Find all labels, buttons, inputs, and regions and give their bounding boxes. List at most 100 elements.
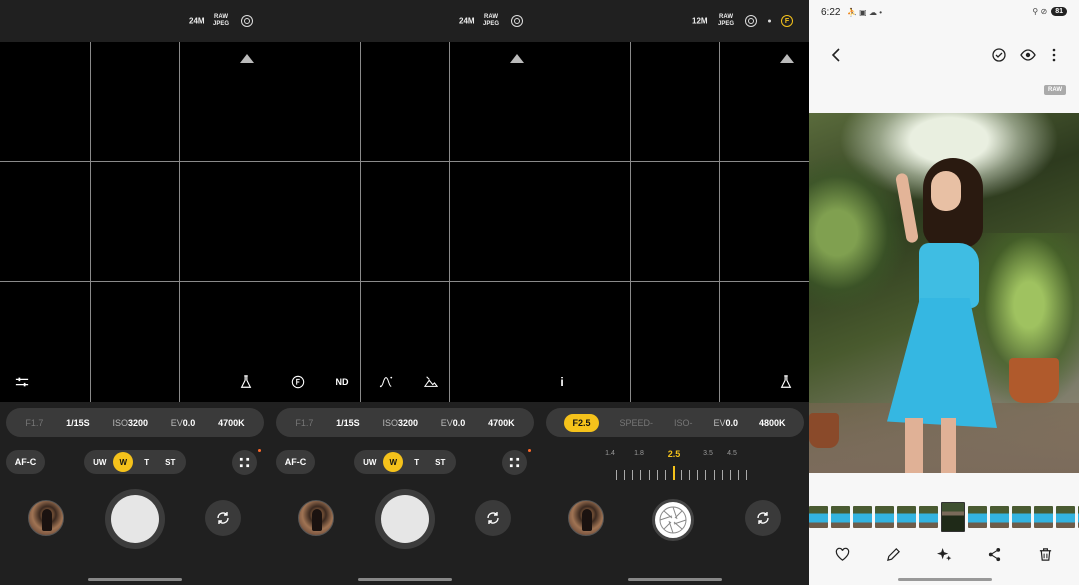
megapixel-button[interactable]: 12M	[692, 17, 708, 26]
iso-value[interactable]: ISO3200	[112, 418, 148, 428]
white-balance-value[interactable]: 4700K	[218, 418, 245, 428]
aperture-label[interactable]: 4.5	[727, 450, 737, 457]
lens-settings-icon[interactable]	[241, 15, 253, 27]
switch-camera-button[interactable]	[475, 500, 511, 536]
home-indicator[interactable]	[628, 578, 722, 581]
format-jpeg-label: JPEG	[213, 21, 230, 27]
filmstrip-thumb[interactable]	[897, 506, 916, 528]
iso-value[interactable]: ISO-	[674, 418, 693, 428]
filmstrip-thumb[interactable]	[809, 506, 828, 528]
switch-camera-button[interactable]	[745, 500, 781, 536]
focus-area-button[interactable]	[232, 450, 257, 475]
lens-w[interactable]: W	[383, 452, 404, 472]
filmstrip-thumb[interactable]	[1056, 506, 1075, 528]
filmstrip-thumb[interactable]	[1034, 506, 1053, 528]
lens-uw[interactable]: UW	[90, 452, 110, 472]
flask-icon[interactable]	[777, 373, 795, 391]
megapixel-button[interactable]: 24M	[459, 17, 475, 26]
mountain-icon[interactable]	[422, 373, 440, 391]
aperture-value[interactable]: F2.5	[564, 413, 599, 432]
edit-button[interactable]	[883, 544, 903, 564]
camera-panel-pro-mode: 24M RAW JPEG F1.7 1/15S ISO3200 EV0.0 47…	[0, 0, 270, 585]
aperture-label[interactable]: 3.5	[703, 450, 713, 457]
favorite-button[interactable]	[832, 544, 852, 564]
delete-button[interactable]	[1035, 544, 1055, 564]
filmstrip[interactable]	[809, 502, 1079, 532]
filmstrip-thumb[interactable]	[831, 506, 850, 528]
focus-mode-button[interactable]: AF-C	[6, 450, 45, 474]
main-photo[interactable]	[809, 113, 1079, 473]
format-button[interactable]: RAW JPEG	[213, 14, 229, 28]
more-options-button[interactable]	[1044, 45, 1064, 65]
filmstrip-thumb[interactable]	[968, 506, 987, 528]
filmstrip-thumb[interactable]	[853, 506, 872, 528]
focus-area-button[interactable]	[502, 450, 527, 475]
sliders-icon[interactable]	[13, 373, 31, 391]
shutter-button[interactable]	[375, 489, 435, 549]
format-jpeg-label: JPEG	[718, 21, 735, 27]
ev-value[interactable]: EV0.0	[713, 418, 738, 428]
aperture-dial[interactable]	[616, 466, 747, 480]
aperture-value[interactable]: F1.7	[25, 418, 43, 428]
format-button[interactable]: RAW JPEG	[483, 14, 499, 28]
photo-subject-legs	[905, 418, 965, 473]
shutter-speed-value[interactable]: SPEED-	[619, 418, 653, 428]
home-indicator[interactable]	[88, 578, 182, 581]
lens-settings-icon[interactable]	[745, 15, 757, 27]
filmstrip-thumb[interactable]	[990, 506, 1009, 528]
pencil-icon	[886, 547, 900, 561]
filmstrip-thumb[interactable]	[875, 506, 894, 528]
info-icon[interactable]: i	[553, 373, 571, 391]
aperture-value[interactable]: F1.7	[295, 418, 313, 428]
flask-icon[interactable]	[237, 373, 255, 391]
aperture-label-selected[interactable]: 2.5	[668, 449, 681, 459]
share-button[interactable]	[984, 544, 1004, 564]
lens-st[interactable]: ST	[430, 452, 450, 472]
remaster-button[interactable]	[989, 45, 1009, 65]
lens-t[interactable]: T	[137, 452, 157, 472]
lens-w[interactable]: W	[113, 452, 134, 472]
back-button[interactable]	[826, 45, 846, 65]
curve-icon[interactable]	[377, 373, 395, 391]
filmstrip-thumb[interactable]	[1012, 506, 1031, 528]
viewfinder[interactable]	[0, 42, 270, 402]
aperture-label[interactable]: 1.4	[605, 450, 615, 457]
lens-uw[interactable]: UW	[360, 452, 380, 472]
nd-filter-button[interactable]: ND	[333, 373, 351, 391]
lens-settings-icon[interactable]	[511, 15, 523, 27]
gallery-thumbnail[interactable]	[298, 500, 334, 536]
switch-camera-button[interactable]	[205, 500, 241, 536]
remaster-icon	[992, 48, 1006, 62]
lens-st[interactable]: ST	[160, 452, 180, 472]
status-icons: ⛹ ▣ ☁ •	[847, 8, 882, 17]
f-icon[interactable]	[289, 373, 307, 391]
shutter-speed-value[interactable]: 1/15S	[336, 418, 360, 428]
viewfinder[interactable]: ND	[270, 42, 540, 402]
view-button[interactable]	[1018, 45, 1038, 65]
shutter-button[interactable]	[105, 489, 165, 549]
home-indicator[interactable]	[358, 578, 452, 581]
focus-mode-button[interactable]: AF-C	[276, 450, 315, 474]
format-raw-label: RAW	[719, 14, 733, 20]
ai-edit-button[interactable]	[934, 544, 954, 564]
white-balance-value[interactable]: 4700K	[488, 418, 515, 428]
home-indicator[interactable]	[898, 578, 992, 581]
megapixel-button[interactable]: 24M	[189, 17, 205, 26]
aperture-tick-selected	[673, 466, 675, 480]
f-mode-icon[interactable]: F	[781, 15, 793, 27]
lens-t[interactable]: T	[407, 452, 427, 472]
shutter-button[interactable]	[652, 499, 694, 541]
gallery-thumbnail[interactable]	[28, 500, 64, 536]
white-balance-value[interactable]: 4800K	[759, 418, 786, 428]
filmstrip-thumb[interactable]	[919, 506, 938, 528]
filmstrip-thumb-selected[interactable]	[941, 502, 965, 532]
format-button[interactable]: RAW JPEG	[718, 14, 734, 28]
aperture-label[interactable]: 1.8	[634, 450, 644, 457]
ev-value[interactable]: EV0.0	[441, 418, 466, 428]
viewfinder[interactable]: × i	[540, 42, 810, 402]
gallery-thumbnail[interactable]	[568, 500, 604, 536]
ev-prefix: EV	[170, 417, 183, 428]
shutter-speed-value[interactable]: 1/15S	[66, 418, 90, 428]
ev-value[interactable]: EV0.0	[171, 418, 196, 428]
iso-value[interactable]: ISO3200	[382, 418, 418, 428]
